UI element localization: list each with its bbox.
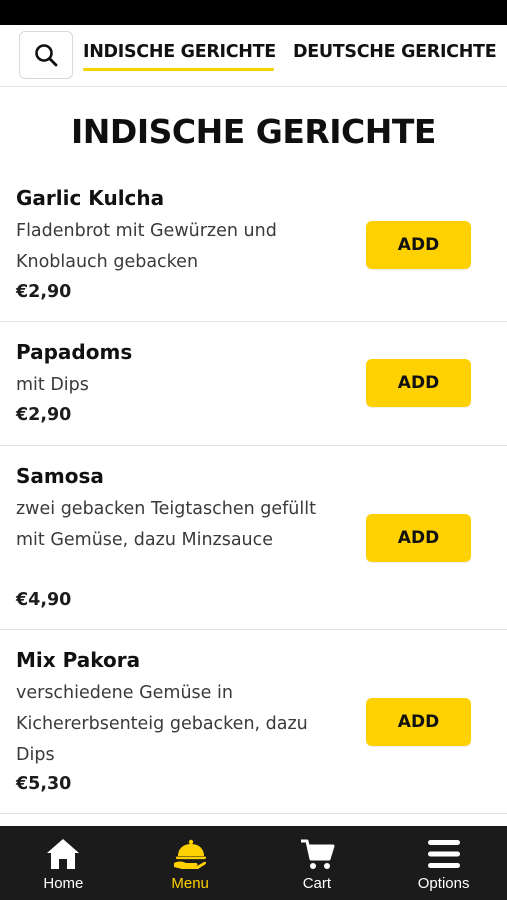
- item-price: €2,90: [16, 282, 72, 302]
- category-tab-bar: INDISCHE GERICHTE DEUTSCHE GERICHTE: [0, 25, 507, 87]
- nav-label: Menu: [171, 875, 209, 892]
- cloche-icon: [170, 835, 210, 873]
- nav-label: Options: [417, 875, 470, 892]
- menu-item: Mix Pakora verschiedene Gemüse in Kicher…: [0, 630, 507, 814]
- menu-item: Papadoms mit Dips €2,90 ADD: [0, 322, 507, 446]
- menu-item: Samosa zwei gebacken Teigtaschen gefüllt…: [0, 446, 507, 630]
- status-bar: [0, 0, 507, 25]
- home-icon: [43, 835, 83, 873]
- nav-options[interactable]: Options: [380, 826, 507, 900]
- item-description: zwei gebacken Teigtaschen gefüllt mit Ge…: [16, 499, 316, 550]
- add-button[interactable]: ADD: [366, 514, 471, 562]
- item-name: Samosa: [16, 464, 104, 488]
- item-name: Garlic Kulcha: [16, 186, 165, 210]
- nav-home[interactable]: Home: [0, 826, 127, 900]
- nav-label: Home: [43, 875, 84, 892]
- menu-item: Garlic Kulcha Fladenbrot mit Gewürzen un…: [0, 168, 507, 322]
- cart-icon: [297, 835, 337, 873]
- tab-indische-gerichte[interactable]: INDISCHE GERICHTE: [83, 42, 276, 62]
- bottom-navigation: Home Menu Cart Options: [0, 826, 507, 900]
- item-price: €4,90: [16, 590, 72, 610]
- item-description: mit Dips: [16, 375, 89, 395]
- add-button[interactable]: ADD: [366, 359, 471, 407]
- item-description: Fladenbrot mit Gewürzen und Knoblauch ge…: [16, 221, 277, 272]
- add-button[interactable]: ADD: [366, 221, 471, 269]
- item-name: Mix Pakora: [16, 648, 141, 672]
- section-title: INDISCHE GERICHTE: [71, 112, 436, 151]
- add-button[interactable]: ADD: [366, 698, 471, 746]
- search-button[interactable]: [19, 31, 73, 79]
- nav-label: Cart: [302, 875, 332, 892]
- menu-list: Garlic Kulcha Fladenbrot mit Gewürzen un…: [0, 168, 507, 814]
- item-name: Papadoms: [16, 340, 133, 364]
- nav-cart[interactable]: Cart: [254, 826, 381, 900]
- search-icon: [35, 44, 58, 67]
- nav-menu[interactable]: Menu: [127, 826, 254, 900]
- item-price: €2,90: [16, 405, 72, 425]
- tab-deutsche-gerichte[interactable]: DEUTSCHE GERICHTE: [293, 42, 497, 62]
- active-tab-indicator: [83, 68, 274, 71]
- item-description: verschiedene Gemüse in Kichererbsenteig …: [16, 683, 308, 765]
- hamburger-menu-icon: [424, 835, 464, 873]
- item-price: €5,30: [16, 774, 72, 794]
